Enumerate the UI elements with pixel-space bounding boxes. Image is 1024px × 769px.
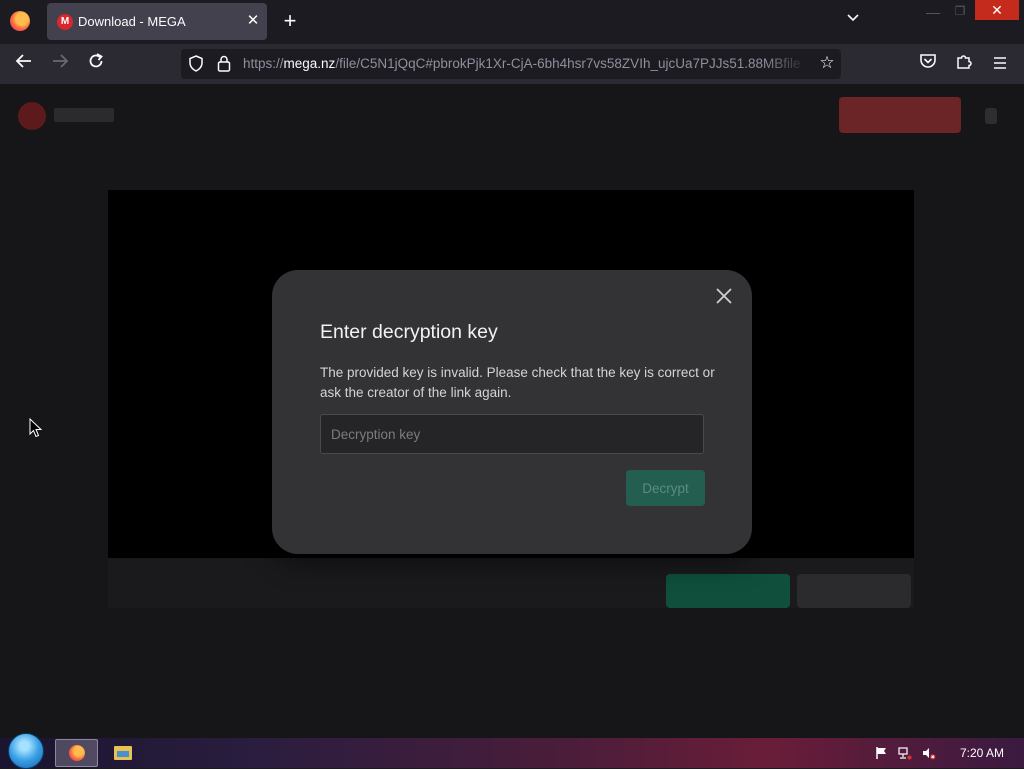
network-icon[interactable] [898, 746, 912, 760]
chevron-down-icon[interactable] [843, 11, 863, 31]
page-import-button [797, 574, 911, 608]
mega-logo-icon [18, 102, 46, 130]
firefox-icon [69, 745, 85, 761]
decryption-key-input[interactable] [320, 414, 704, 454]
pocket-icon[interactable] [915, 51, 941, 77]
new-tab-icon[interactable]: + [280, 10, 300, 32]
restore-icon[interactable]: ❐ [951, 4, 969, 18]
tab-title: Download - MEGA [78, 14, 186, 29]
page-download-button [666, 574, 790, 608]
firefox-icon[interactable] [10, 11, 30, 31]
back-arrow-icon[interactable] [11, 51, 37, 77]
decrypt-button[interactable]: Decrypt [626, 470, 705, 506]
decryption-key-dialog: Enter decryption key The provided key is… [272, 270, 752, 554]
taskbar-clock[interactable]: 7:20 AM [952, 746, 1012, 760]
reload-icon[interactable] [83, 51, 109, 77]
tab-download-mega[interactable]: M Download - MEGA ✕ [47, 3, 267, 40]
dialog-close-icon[interactable] [713, 287, 735, 309]
lock-icon[interactable] [217, 55, 231, 72]
start-button[interactable] [8, 733, 44, 769]
navigation-toolbar: https://mega.nz/file/C5N1jQqC#pbrokPjk1X… [0, 44, 1024, 84]
close-window-icon[interactable]: ✕ [975, 0, 1019, 20]
taskbar-firefox-button[interactable] [55, 739, 98, 767]
volume-muted-icon[interactable] [922, 746, 936, 760]
file-explorer-icon[interactable] [114, 746, 132, 760]
minimize-icon[interactable]: — [924, 4, 942, 20]
page-menu-icon [985, 108, 997, 124]
bookmark-star-icon[interactable]: ☆ [817, 53, 837, 73]
tab-close-icon[interactable]: ✕ [244, 12, 262, 30]
tracking-protection-shield-icon[interactable] [189, 55, 203, 72]
browser-tab-strip: M Download - MEGA ✕ + — ❐ ✕ [0, 0, 1024, 44]
extensions-puzzle-icon[interactable] [951, 51, 977, 77]
action-center-flag-icon[interactable] [874, 746, 888, 760]
taskbar: 7:20 AM [0, 733, 1024, 769]
page-header-button [839, 97, 961, 133]
hamburger-menu-icon[interactable] [987, 51, 1013, 77]
dialog-message: The provided key is invalid. Please chec… [320, 365, 715, 400]
mega-wordmark [54, 108, 114, 122]
forward-arrow-icon[interactable] [47, 51, 73, 77]
dialog-title: Enter decryption key [320, 321, 498, 343]
mega-favicon-icon: M [57, 14, 73, 30]
address-bar[interactable]: https://mega.nz/file/C5N1jQqC#pbrokPjk1X… [181, 49, 841, 79]
url-text[interactable]: https://mega.nz/file/C5N1jQqC#pbrokPjk1X… [243, 56, 809, 74]
mouse-pointer-icon [29, 417, 43, 438]
file-action-bar [108, 558, 914, 608]
